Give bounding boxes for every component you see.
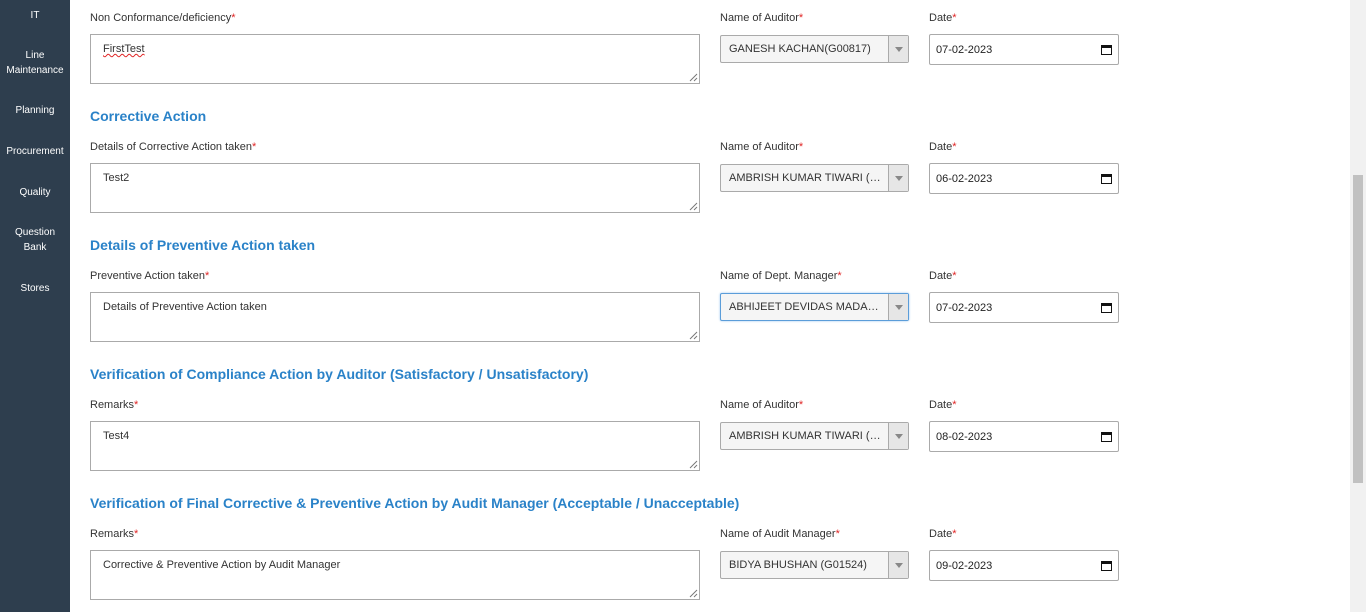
resize-grip-icon[interactable] bbox=[689, 589, 698, 598]
preventive-action-label: Preventive Action taken* bbox=[90, 270, 210, 282]
date-input[interactable]: 06-02-2023 bbox=[929, 163, 1119, 194]
remarks-label: Remarks* bbox=[90, 399, 139, 411]
date-input[interactable]: 07-02-2023 bbox=[929, 292, 1119, 323]
auditor-select[interactable]: AMBRISH KUMAR TIWARI (G00806) bbox=[720, 164, 909, 192]
remarks-textarea[interactable]: Corrective & Preventive Action by Audit … bbox=[90, 550, 700, 600]
remarks-textarea[interactable]: Test4 bbox=[90, 421, 700, 471]
date-value: 07-02-2023 bbox=[936, 44, 993, 56]
date-input[interactable]: 08-02-2023 bbox=[929, 421, 1119, 452]
date-input[interactable]: 07-02-2023 bbox=[929, 34, 1119, 65]
auditor-label: Name of Auditor* bbox=[720, 12, 804, 24]
corrective-details-textarea[interactable]: Test2 bbox=[90, 163, 700, 213]
resize-grip-icon[interactable] bbox=[689, 73, 698, 82]
dept-manager-label: Name of Dept. Manager* bbox=[720, 270, 842, 282]
sidebar-item-procurement[interactable]: Procurement bbox=[0, 144, 70, 159]
date-label: Date* bbox=[929, 141, 957, 153]
section-title-auditor-verification: Verification of Compliance Action by Aud… bbox=[90, 366, 589, 382]
nonconformance-value: FirstTest bbox=[103, 43, 145, 55]
audit-manager-select[interactable]: BIDYA BHUSHAN (G01524) bbox=[720, 551, 909, 579]
triangle-down-icon[interactable] bbox=[888, 36, 908, 62]
auditor-label: Name of Auditor* bbox=[720, 399, 804, 411]
triangle-down-icon[interactable] bbox=[888, 165, 908, 191]
resize-grip-icon[interactable] bbox=[689, 331, 698, 340]
calendar-icon[interactable] bbox=[1101, 560, 1112, 571]
auditor-select-value: AMBRISH KUMAR TIWARI (G00806) bbox=[729, 172, 885, 184]
remarks-value: Corrective & Preventive Action by Audit … bbox=[103, 559, 341, 571]
date-label: Date* bbox=[929, 399, 957, 411]
auditor-select[interactable]: AMBRISH KUMAR TIWARI (G00806) bbox=[720, 422, 909, 450]
sidebar-item-planning[interactable]: Planning bbox=[0, 103, 70, 118]
date-label: Date* bbox=[929, 12, 957, 24]
resize-grip-icon[interactable] bbox=[689, 202, 698, 211]
section-title-audit-manager-verification: Verification of Final Corrective & Preve… bbox=[90, 495, 740, 511]
page-scrollbar[interactable] bbox=[1350, 0, 1366, 612]
triangle-down-icon[interactable] bbox=[888, 552, 908, 578]
sidebar-item-question-bank[interactable]: Question Bank bbox=[0, 225, 70, 255]
sidebar-item-quality[interactable]: Quality bbox=[0, 185, 70, 200]
date-label: Date* bbox=[929, 270, 957, 282]
sidebar-item-it[interactable]: IT bbox=[0, 8, 70, 23]
resize-grip-icon[interactable] bbox=[689, 460, 698, 469]
auditor-select[interactable]: GANESH KACHAN(G00817) bbox=[720, 35, 909, 63]
scrollbar-thumb[interactable] bbox=[1353, 175, 1363, 483]
section-title-preventive-action: Details of Preventive Action taken bbox=[90, 237, 316, 253]
calendar-icon[interactable] bbox=[1101, 173, 1112, 184]
remarks-value: Test4 bbox=[103, 430, 130, 442]
calendar-icon[interactable] bbox=[1101, 44, 1112, 55]
section-title-corrective-action: Corrective Action bbox=[90, 108, 207, 124]
date-value: 08-02-2023 bbox=[936, 431, 993, 443]
preventive-action-value: Details of Preventive Action taken bbox=[103, 301, 267, 313]
triangle-down-icon[interactable] bbox=[888, 423, 908, 449]
date-input[interactable]: 09-02-2023 bbox=[929, 550, 1119, 581]
auditor-select-value: GANESH KACHAN(G00817) bbox=[729, 43, 871, 55]
dept-manager-select-value: ABHIJEET DEVIDAS MADAKE (G00805) bbox=[729, 301, 885, 313]
triangle-down-icon[interactable] bbox=[888, 294, 908, 320]
corrective-details-value: Test2 bbox=[103, 172, 130, 184]
date-value: 09-02-2023 bbox=[936, 560, 993, 572]
calendar-icon[interactable] bbox=[1101, 302, 1112, 313]
main-form: Non Conformance/deficiency* Name of Audi… bbox=[70, 0, 1350, 612]
sidebar-nav: IT Line Maintenance Planning Procurement… bbox=[0, 0, 70, 612]
date-label: Date* bbox=[929, 528, 957, 540]
calendar-icon[interactable] bbox=[1101, 431, 1112, 442]
nonconformance-textarea[interactable]: FirstTest bbox=[90, 34, 700, 84]
corrective-details-label: Details of Corrective Action taken* bbox=[90, 141, 257, 153]
dept-manager-select[interactable]: ABHIJEET DEVIDAS MADAKE (G00805) bbox=[720, 293, 909, 321]
auditor-select-value: AMBRISH KUMAR TIWARI (G00806) bbox=[729, 430, 885, 442]
date-value: 07-02-2023 bbox=[936, 302, 993, 314]
date-value: 06-02-2023 bbox=[936, 173, 993, 185]
audit-manager-select-value: BIDYA BHUSHAN (G01524) bbox=[729, 559, 867, 571]
remarks-label: Remarks* bbox=[90, 528, 139, 540]
nonconformance-label: Non Conformance/deficiency* bbox=[90, 12, 236, 24]
preventive-action-textarea[interactable]: Details of Preventive Action taken bbox=[90, 292, 700, 342]
audit-manager-label: Name of Audit Manager* bbox=[720, 528, 840, 540]
sidebar-item-line-maintenance[interactable]: Line Maintenance bbox=[0, 48, 70, 78]
auditor-label: Name of Auditor* bbox=[720, 141, 804, 153]
sidebar-item-stores[interactable]: Stores bbox=[0, 281, 70, 296]
